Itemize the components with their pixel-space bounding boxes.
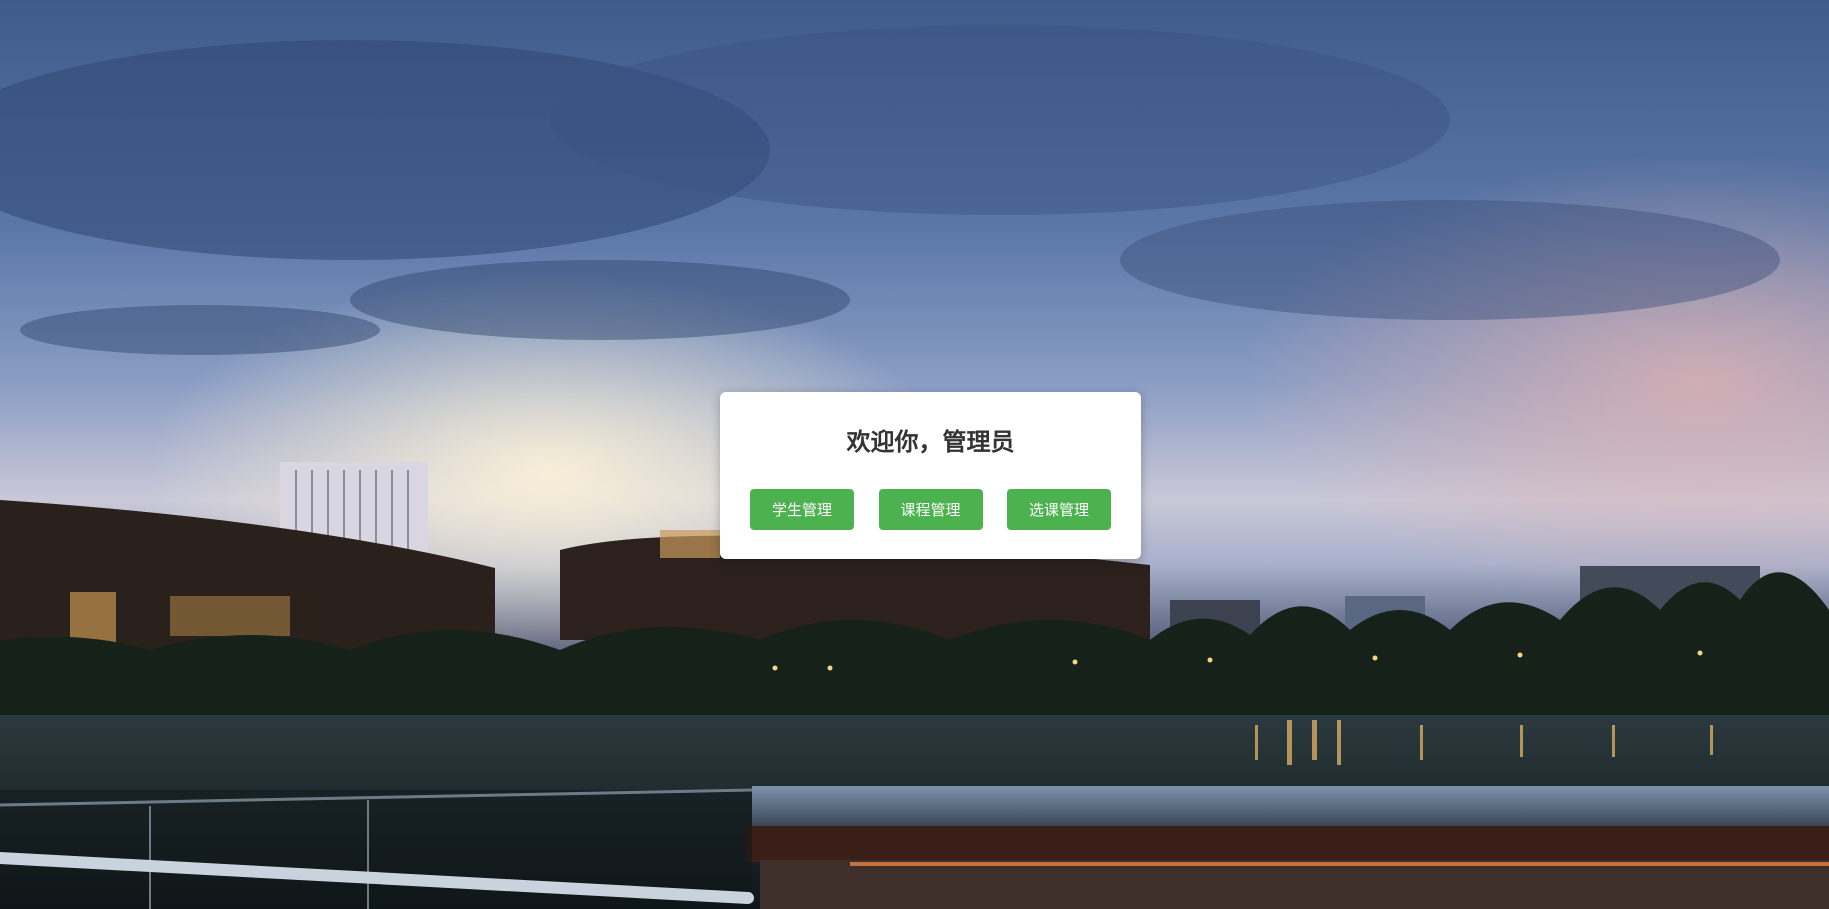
student-management-button[interactable]: 学生管理 [750, 489, 854, 530]
welcome-card: 欢迎你，管理员 学生管理 课程管理 选课管理 [720, 392, 1141, 559]
admin-home-page: 欢迎你，管理员 学生管理 课程管理 选课管理 [0, 0, 1829, 909]
course-selection-management-button[interactable]: 选课管理 [1007, 489, 1111, 530]
welcome-title: 欢迎你，管理员 [846, 428, 1015, 456]
course-management-button[interactable]: 课程管理 [878, 489, 983, 530]
management-button-row: 学生管理 课程管理 选课管理 [750, 489, 1111, 530]
